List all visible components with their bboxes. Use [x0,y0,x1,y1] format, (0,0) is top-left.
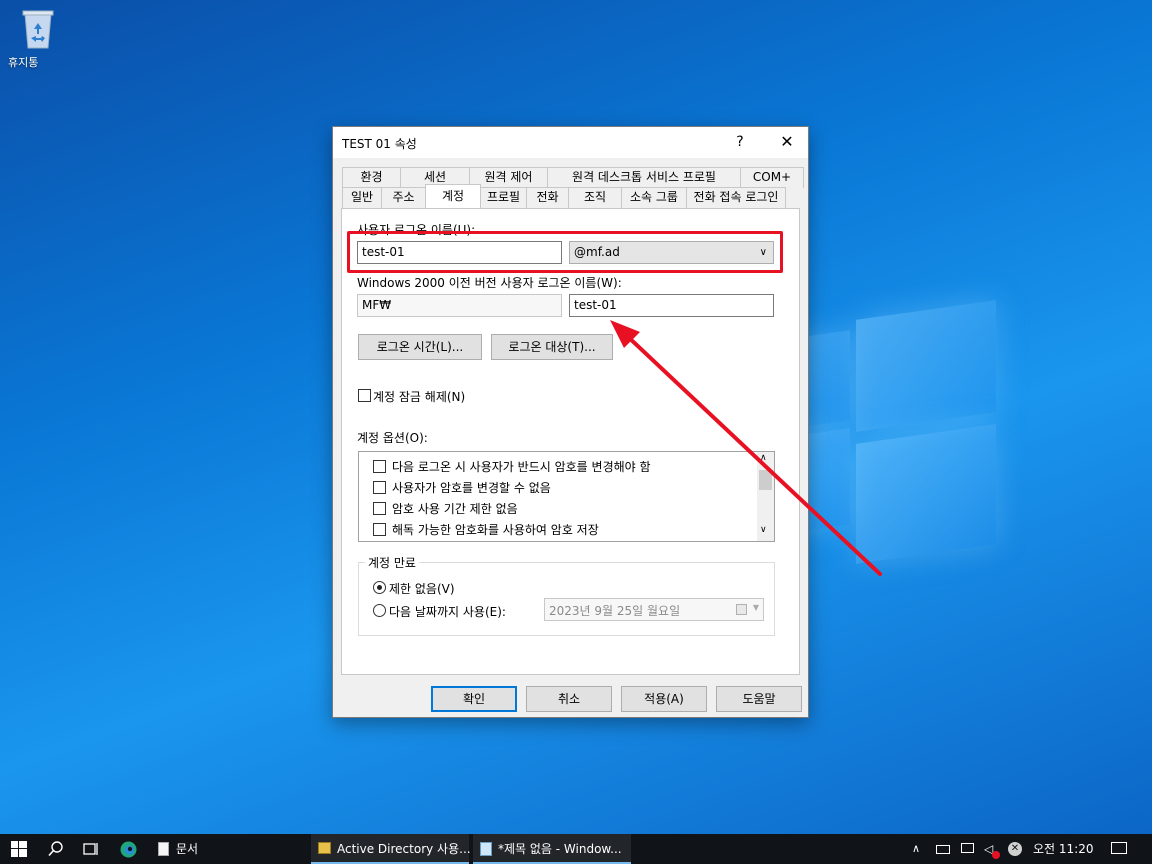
taskbar-label: 문서 [176,842,199,856]
start-button[interactable] [0,834,36,864]
task-view-icon [83,843,98,855]
notification-error-icon[interactable]: ✕ [1006,834,1026,864]
clock[interactable]: 오전 11:20 [1033,834,1097,864]
action-center-icon[interactable] [1108,834,1132,864]
action-center-shape [1111,842,1127,854]
annotation-arrow-icon [610,320,882,576]
speaker-glyph: ◁ [984,842,994,856]
volume-muted-icon[interactable]: ◁ [982,834,1002,864]
taskbar-item-active-directory[interactable]: Active Directory 사용... [311,834,471,864]
taskbar-label: Active Directory 사용... [337,842,471,856]
search-button[interactable] [38,834,74,864]
taskbar-label: *제목 없음 - Window... [498,842,622,856]
tray-device-icon[interactable] [934,834,954,864]
network-icon[interactable] [958,834,978,864]
task-view-button[interactable] [74,834,108,864]
muted-badge [992,851,1000,859]
notepad-icon [480,842,492,856]
active-directory-icon [318,842,331,854]
device-shape [936,845,950,854]
chevron-up-icon[interactable]: ∧ [912,834,928,864]
document-icon [158,842,169,856]
taskbar-item-documents[interactable]: 문서 [152,834,302,864]
search-icon [48,841,63,857]
taskbar-item-notepad[interactable]: *제목 없음 - Window... [473,834,631,864]
taskbar: 문서 Active Directory 사용... *제목 없음 - Windo… [0,834,1152,864]
edge-browser-icon [120,841,137,858]
edge-button[interactable] [112,834,146,864]
network-shape [961,843,974,853]
tab-account[interactable]: 계정 [425,184,481,208]
windows-start-icon [11,841,27,857]
error-glyph: ✕ [1008,842,1022,856]
